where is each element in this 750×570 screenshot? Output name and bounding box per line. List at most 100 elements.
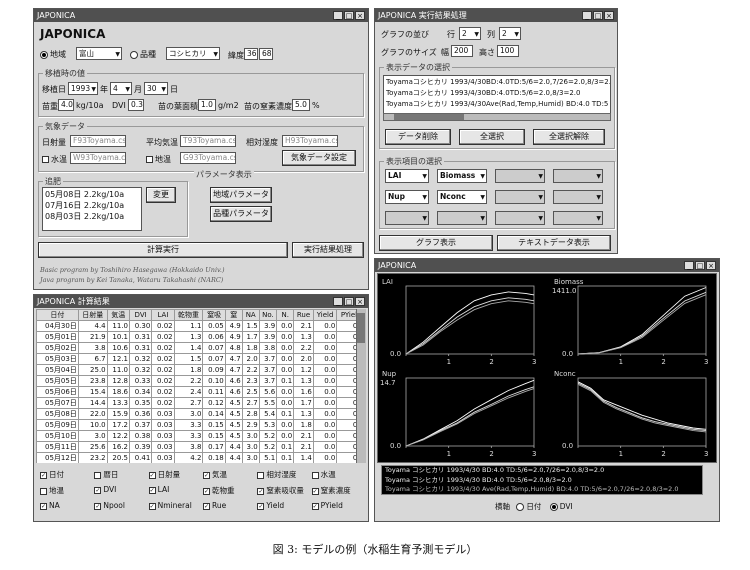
list-item[interactable]: Toyamaコシヒカリ 1993/4/30Ave(Rad,Temp,Humid)… [386,99,608,110]
column-header[interactable]: LAI [151,309,175,321]
dvi-radio[interactable]: DVI [549,502,573,511]
graph-display-button[interactable]: グラフ表示 [379,235,493,251]
change-button[interactable]: 変更 [146,187,176,203]
result-processing-button[interactable]: 実行結果処理 [292,242,364,258]
date-radio[interactable]: 日付 [516,502,541,511]
variety-select[interactable]: コシヒカリ ▼ [166,47,220,60]
column-header[interactable]: NA [241,309,260,321]
table-scroll[interactable]: 日付 日射量 気温 DVI LAI 乾物重 窒吸窒 NA No. N. Rue Yield PYield… [36,309,366,463]
list-item[interactable]: 08月03日 2.2kg/10a [45,211,139,222]
select-all-button[interactable]: 全選択 [459,129,525,145]
column-header[interactable]: DVI [128,309,153,321]
item-select-3[interactable]: ▼ [495,169,545,183]
width-input[interactable]: 200 [451,45,473,57]
column-checkbox[interactable]: ✓ LAI [148,485,203,496]
item-select-7[interactable]: ▼ [495,190,545,204]
column-checkbox[interactable]: ✓ PYield [311,501,366,510]
column-header[interactable]: N. [276,309,295,321]
n-conc-input[interactable]: 5.0 [292,99,310,111]
column-checkbox[interactable]: ✓ 気温 [202,469,257,480]
horizontal-scrollbar[interactable] [383,113,611,121]
column-header[interactable]: 日射量 [77,309,108,321]
column-checkbox[interactable]: 地温 [40,485,94,496]
leaf-area-input[interactable]: 1.0 [198,99,216,111]
column-checkbox[interactable]: ✓ 日付 [40,469,94,480]
main-titlebar[interactable]: JAPONICA _ □ × [34,9,368,22]
latitude-min-input[interactable]: 68 [259,48,273,60]
variety-radio[interactable]: 品種 [130,49,156,60]
item-select-8[interactable]: ▼ [553,190,603,204]
column-checkbox[interactable]: ✓ DVI [94,485,148,496]
column-header[interactable]: 窒吸 [202,309,226,321]
weather-settings-button[interactable]: 気象データ設定 [282,150,356,166]
water-temp-check[interactable]: 水温 [42,154,67,165]
column-checkbox[interactable]: ✓ NA [40,501,94,510]
list-item[interactable]: Toyamaコシヒカリ 1993/4/30BD:4.0TD:5/6=2.0,8/… [386,88,608,99]
column-header[interactable]: Yield [312,309,338,321]
column-header[interactable]: 気温 [106,309,130,321]
minimize-icon[interactable]: _ [582,11,592,20]
deselect-all-button[interactable]: 全選択解除 [533,129,605,145]
seed-input[interactable]: 4.0 [58,99,74,111]
column-header[interactable]: No. [258,309,278,321]
solar-file-input[interactable]: F93Toyama.csv [70,135,126,147]
dvi-input[interactable]: 0.3 [128,99,144,111]
close-icon[interactable]: × [706,261,716,270]
run-calculation-button[interactable]: 計算実行 [38,242,288,258]
cols-select[interactable]: 2 ▼ [499,27,521,40]
item-select-6[interactable]: Nconc ▼ [437,190,487,204]
temp-file-input[interactable]: T93Toyama.csv [180,135,236,147]
maximize-icon[interactable]: □ [344,11,354,20]
column-header[interactable]: 窒 [224,309,243,321]
list-item[interactable]: 05月08日 2.2kg/10a [45,189,139,200]
item-select-1[interactable]: LAI ▼ [385,169,429,183]
item-select-2[interactable]: Biomass ▼ [437,169,487,183]
rows-select[interactable]: 2 ▼ [459,27,481,40]
year-select[interactable]: 1993 ▼ [68,82,98,95]
day-select[interactable]: 30 ▼ [144,82,168,95]
column-header[interactable]: 乾物重 [173,309,204,321]
item-select-11[interactable]: ▼ [495,211,545,225]
result-titlebar[interactable]: JAPONICA 実行結果処理 _ □ × [375,9,617,22]
minimize-icon[interactable]: _ [684,261,694,270]
column-checkbox[interactable]: 暦日 [94,469,148,480]
region-select[interactable]: 富山 ▼ [76,47,122,60]
item-select-5[interactable]: Nup ▼ [385,190,429,204]
column-header[interactable]: Rue [293,309,314,321]
variety-parameter-button[interactable]: 品種パラメータ [210,206,272,222]
water-temp-file-input[interactable]: W93Toyama.csv [70,152,126,164]
latitude-deg-input[interactable]: 36 [244,48,258,60]
vertical-scrollbar[interactable] [356,309,366,463]
month-select[interactable]: 4 ▼ [110,82,132,95]
humidity-file-input[interactable]: H93Toyama.csv [282,135,338,147]
minimize-icon[interactable]: _ [333,11,343,20]
column-checkbox[interactable]: ✓ Yield [257,501,311,510]
height-input[interactable]: 100 [497,45,519,57]
graph-titlebar[interactable]: JAPONICA _ □ × [375,259,719,272]
close-icon[interactable]: × [355,11,365,20]
column-checkbox[interactable]: ✓ 窒素吸収量 [257,485,311,496]
list-item[interactable]: Toyamaコシヒカリ 1993/4/30BD:4.0TD:5/6=2.0,7/… [386,77,610,88]
maximize-icon[interactable]: □ [344,297,354,306]
column-checkbox[interactable]: ✓ Nmineral [148,501,203,510]
close-icon[interactable]: × [604,11,614,20]
minimize-icon[interactable]: _ [333,297,343,306]
close-icon[interactable]: × [355,297,365,306]
maximize-icon[interactable]: □ [695,261,705,270]
list-item[interactable]: 07月16日 2.2kg/10a [45,200,139,211]
item-select-10[interactable]: ▼ [437,211,487,225]
ground-temp-file-input[interactable]: G93Toyama.csv [180,152,236,164]
ground-temp-check[interactable]: 地温 [146,154,171,165]
column-checkbox[interactable]: ✓ 乾物重 [202,485,257,496]
delete-data-button[interactable]: データ削除 [385,129,451,145]
column-checkbox[interactable]: ✓ Rue [202,501,257,510]
column-checkbox[interactable]: 相対湿度 [257,469,311,480]
item-select-9[interactable]: ▼ [385,211,429,225]
item-select-12[interactable]: ▼ [553,211,603,225]
item-select-4[interactable]: ▼ [553,169,603,183]
column-checkbox[interactable]: ✓ 日射量 [148,469,203,480]
column-checkbox[interactable]: ✓ Npool [94,501,148,510]
column-checkbox[interactable]: 水温 [311,469,366,480]
column-header[interactable]: 日付 [36,309,79,321]
maximize-icon[interactable]: □ [593,11,603,20]
